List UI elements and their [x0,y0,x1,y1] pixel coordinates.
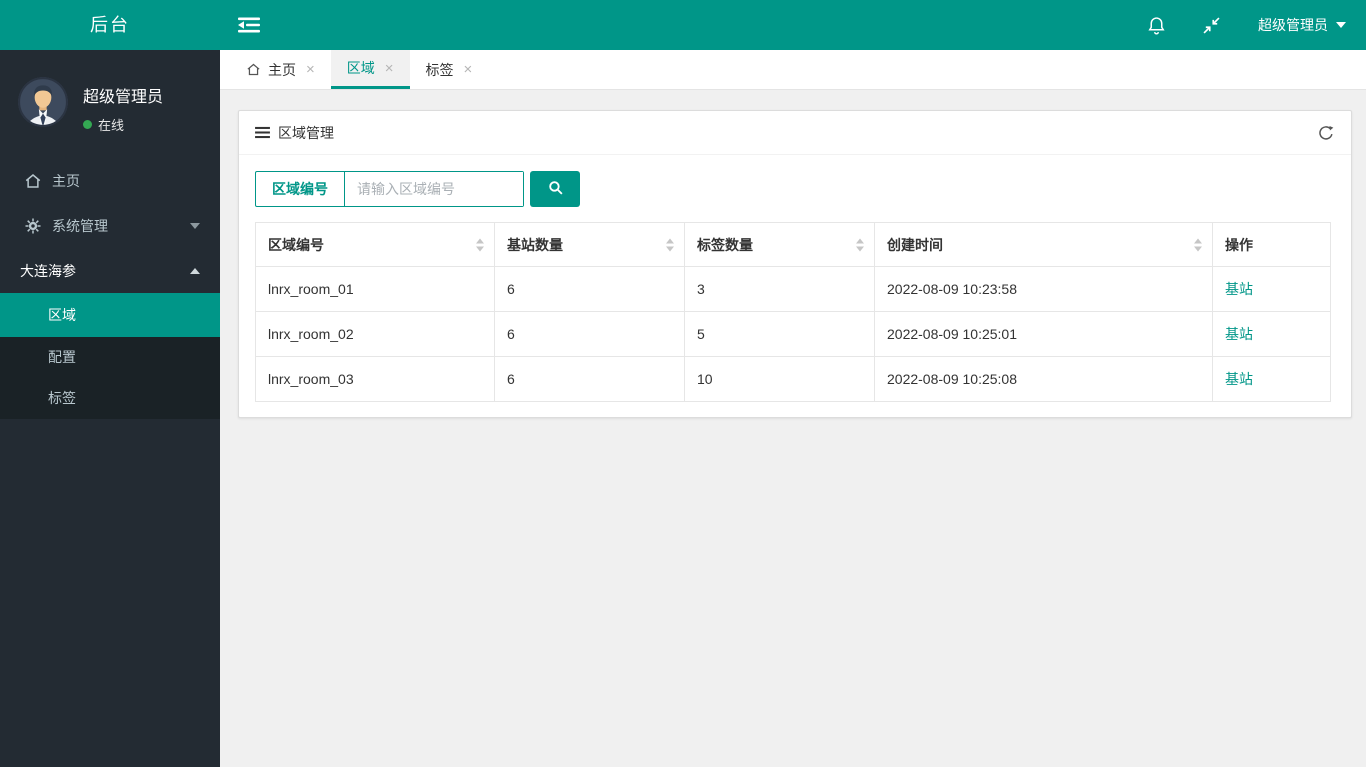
search-input[interactable] [345,172,523,206]
cell-tags: 3 [684,266,875,312]
table-row: lnrx_room_01 6 3 2022-08-09 10:23:58 基站 [255,266,1331,312]
sidebar-item-region[interactable]: 区域 [0,293,220,337]
refresh-icon[interactable] [1317,124,1335,142]
home-icon [24,172,42,190]
chevron-down-icon [190,222,200,229]
sidebar-item-tag[interactable]: 标签 [0,378,220,419]
cell-stations: 6 [494,311,685,357]
user-status-label: 在线 [98,118,125,133]
tab-label: 标签 [425,61,454,78]
avatar [18,77,68,127]
tabbar: 主页 × 区域 × 标签 × [220,50,1366,90]
column-header-region[interactable]: 区域编号 [255,222,495,267]
search-field-label: 区域编号 [256,172,345,206]
caret-down-icon [1336,22,1346,28]
sidebar-item-system[interactable]: 系统管理 [0,203,220,248]
cell-created: 2022-08-09 10:25:08 [874,356,1213,402]
column-header-created[interactable]: 创建时间 [874,222,1213,267]
sort-icon[interactable] [476,238,484,251]
cell-tags: 10 [684,356,875,402]
table-header-row: 区域编号 基站数量 标签数量 创建时间 操作 [255,222,1331,267]
chevron-up-icon [190,267,200,274]
cell-created: 2022-08-09 10:23:58 [874,266,1213,312]
tab-home[interactable]: 主页 × [230,50,331,89]
close-icon[interactable]: × [306,62,315,77]
user-name: 超级管理员 [83,89,164,106]
sidebar: 后台 超级管理员 在线 主页 系统管理 大连海参 区域 配置 标签 [0,0,220,767]
panel-title: 区域管理 [278,124,334,141]
close-icon[interactable]: × [385,61,394,76]
online-dot-icon [83,120,92,129]
station-link[interactable]: 基站 [1225,281,1253,297]
tab-label: 区域 [346,60,375,76]
cell-region: lnrx_room_02 [255,311,495,357]
user-status: 在线 [83,115,163,134]
topbar-username: 超级管理员 [1258,17,1328,33]
sidebar-item-group[interactable]: 大连海参 [0,248,220,293]
column-header-tags[interactable]: 标签数量 [684,222,875,267]
search-row: 区域编号 [255,171,1335,207]
sort-icon[interactable] [1194,238,1202,251]
sort-icon[interactable] [666,238,674,251]
sort-icon[interactable] [856,238,864,251]
compress-screen-icon[interactable] [1201,15,1222,36]
region-table: 区域编号 基站数量 标签数量 创建时间 操作 lnrx_room_01 6 3 … [255,222,1331,402]
list-icon [255,126,270,139]
cell-stations: 6 [494,266,685,312]
cell-created: 2022-08-09 10:25:01 [874,311,1213,357]
tab-label: 主页 [268,61,296,78]
column-header-actions: 操作 [1212,222,1331,267]
search-button[interactable] [530,171,580,207]
cell-tags: 5 [684,311,875,357]
region-panel: 区域管理 区域编号 请输入区域编号 区域编号 基站数量 标签数量 创建时间 操作… [238,110,1352,418]
notifications-bell-icon[interactable] [1146,15,1167,36]
close-icon[interactable]: × [464,62,473,77]
user-panel: 超级管理员 在线 [0,50,220,158]
panel-header: 区域管理 [239,111,1351,155]
station-link[interactable]: 基站 [1225,326,1253,342]
brand-title: 后台 [0,0,220,50]
tab-tag[interactable]: 标签 × [410,50,489,89]
station-link[interactable]: 基站 [1225,371,1253,387]
sidebar-submenu: 区域 配置 标签 [0,293,220,419]
sidebar-menu: 主页 系统管理 大连海参 [0,158,220,293]
sidebar-item-label: 大连海参 [20,262,76,279]
cell-region: lnrx_room_03 [255,356,495,402]
home-icon [246,62,261,77]
sidebar-item-label: 系统管理 [52,217,108,234]
sidebar-item-home[interactable]: 主页 [0,158,220,203]
main-content: 区域管理 区域编号 请输入区域编号 区域编号 基站数量 标签数量 创建时间 操作… [220,90,1366,767]
search-group: 区域编号 [255,171,524,207]
gear-icon [24,217,42,235]
cell-stations: 6 [494,356,685,402]
sidebar-fold-icon[interactable] [238,16,260,34]
search-icon [547,179,564,199]
column-header-stations[interactable]: 基站数量 [494,222,685,267]
tab-region[interactable]: 区域 × [330,50,410,89]
user-dropdown[interactable]: 超级管理员 [1258,15,1346,35]
table-row: lnrx_room_02 6 5 2022-08-09 10:25:01 基站 [255,311,1331,357]
topbar: 超级管理员 [220,0,1366,50]
cell-region: lnrx_room_01 [255,266,495,312]
sidebar-item-config[interactable]: 配置 [0,337,220,378]
table-row: lnrx_room_03 6 10 2022-08-09 10:25:08 基站 [255,356,1331,402]
sidebar-item-label: 主页 [52,172,80,189]
